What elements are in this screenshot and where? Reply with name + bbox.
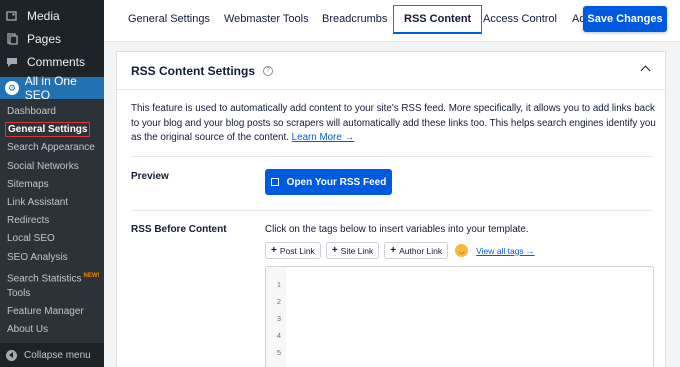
tab-rss-content[interactable]: RSS Content <box>393 5 483 34</box>
submenu-item-general-settings[interactable]: General Settings <box>0 121 104 139</box>
site-link-tag-button[interactable]: + Site Link <box>325 242 380 259</box>
plugin-label: All in One SEO <box>24 74 77 102</box>
divider <box>131 210 653 211</box>
submenu-item-social-networks[interactable]: Social Networks <box>0 158 104 176</box>
collapse-menu-button[interactable]: Collapse menu <box>0 343 104 367</box>
rss-content-settings-card: RSS Content Settings ? This feature is u… <box>116 51 666 367</box>
plus-icon: + <box>331 245 338 256</box>
menu-item-label: Comments <box>27 54 86 69</box>
main-content: General Settings Webmaster Tools Breadcr… <box>104 0 680 367</box>
new-badge: NEW! <box>83 272 100 279</box>
submenu-item-link-assistant[interactable]: Link Assistant <box>0 194 104 212</box>
preview-label: Preview <box>131 171 169 182</box>
pages-icon <box>5 32 19 46</box>
card-header[interactable]: RSS Content Settings ? <box>117 52 665 90</box>
submenu-item-search-appearance[interactable]: Search Appearance <box>0 139 104 157</box>
learn-more-link[interactable]: Learn More → <box>292 132 355 143</box>
open-rss-feed-button[interactable]: Open Your RSS Feed <box>265 169 392 195</box>
menu-item-label: Pages <box>27 31 62 46</box>
submenu-item-redirects[interactable]: Redirects <box>0 212 104 230</box>
line-number-gutter: 1 2 3 4 5 <box>266 267 286 367</box>
tags-hint-text: Click on the tags below to insert variab… <box>265 224 529 235</box>
menu-item-media[interactable]: Media <box>0 4 104 27</box>
admin-sidebar: Media Pages Comments ⚙ All in One SEO Da… <box>0 0 104 367</box>
save-changes-button[interactable]: Save Changes <box>583 6 667 32</box>
help-icon[interactable]: ? <box>263 65 274 76</box>
menu-item-pages[interactable]: Pages <box>0 27 104 50</box>
line-number: 4 <box>276 331 281 340</box>
emoji-picker-icon[interactable]: ◡ <box>455 244 469 257</box>
tab-breadcrumbs[interactable]: Breadcrumbs <box>322 0 387 42</box>
author-link-tag-button[interactable]: + Author Link <box>384 242 449 259</box>
aioseo-logo-icon: ⚙ <box>5 81 19 95</box>
plus-icon: + <box>390 245 397 256</box>
collapse-arrow-icon <box>6 349 17 361</box>
line-number: 3 <box>276 314 281 323</box>
tag-buttons: + Post Link + Site Link + Author Link ◡ Vie… <box>265 242 535 259</box>
settings-tabbar: General Settings Webmaster Tools Breadcr… <box>104 0 680 42</box>
divider <box>131 156 653 157</box>
card-title: RSS Content Settings <box>131 63 256 78</box>
tab-webmaster-tools[interactable]: Webmaster Tools <box>224 0 309 42</box>
post-link-tag-button[interactable]: + Post Link <box>265 242 321 259</box>
menu-item-label: Media <box>27 8 60 23</box>
external-link-icon <box>270 178 279 186</box>
submenu-item-feature-manager[interactable]: Feature Manager <box>0 303 104 321</box>
view-all-tags-link[interactable]: View all tags → <box>476 246 534 256</box>
feature-description: This feature is used to automatically ad… <box>131 103 656 143</box>
tab-general-settings[interactable]: General Settings <box>128 0 210 42</box>
comments-icon <box>5 55 19 69</box>
submenu-item-about-us[interactable]: About Us <box>0 321 104 339</box>
menu-item-comments[interactable]: Comments <box>0 50 104 73</box>
submenu-item-local-seo[interactable]: Local SEO <box>0 230 104 248</box>
menu-item-all-in-one-seo[interactable]: ⚙ All in One SEO <box>0 74 104 102</box>
tab-access-control[interactable]: Access Control <box>483 0 557 42</box>
submenu-item-tools[interactable]: Tools <box>0 285 104 303</box>
rss-before-content-label: RSS Before Content <box>131 224 227 235</box>
rss-before-content-editor[interactable]: 1 2 3 4 5 <box>265 266 654 367</box>
line-number: 2 <box>276 297 281 306</box>
media-icon <box>5 9 19 23</box>
line-number: 1 <box>276 280 281 289</box>
submenu-item-seo-analysis[interactable]: SEO Analysis <box>0 249 104 267</box>
aioseo-submenu: Dashboard General Settings Search Appear… <box>0 99 104 345</box>
submenu-item-search-statistics[interactable]: Search Statistics NEW! <box>0 267 104 285</box>
chevron-up-icon[interactable] <box>640 65 651 76</box>
collapse-label: Collapse menu <box>24 349 91 361</box>
submenu-item-sitemaps[interactable]: Sitemaps <box>0 176 104 194</box>
line-number: 5 <box>276 348 281 357</box>
submenu-item-dashboard[interactable]: Dashboard <box>0 103 104 121</box>
plus-icon: + <box>271 245 277 256</box>
